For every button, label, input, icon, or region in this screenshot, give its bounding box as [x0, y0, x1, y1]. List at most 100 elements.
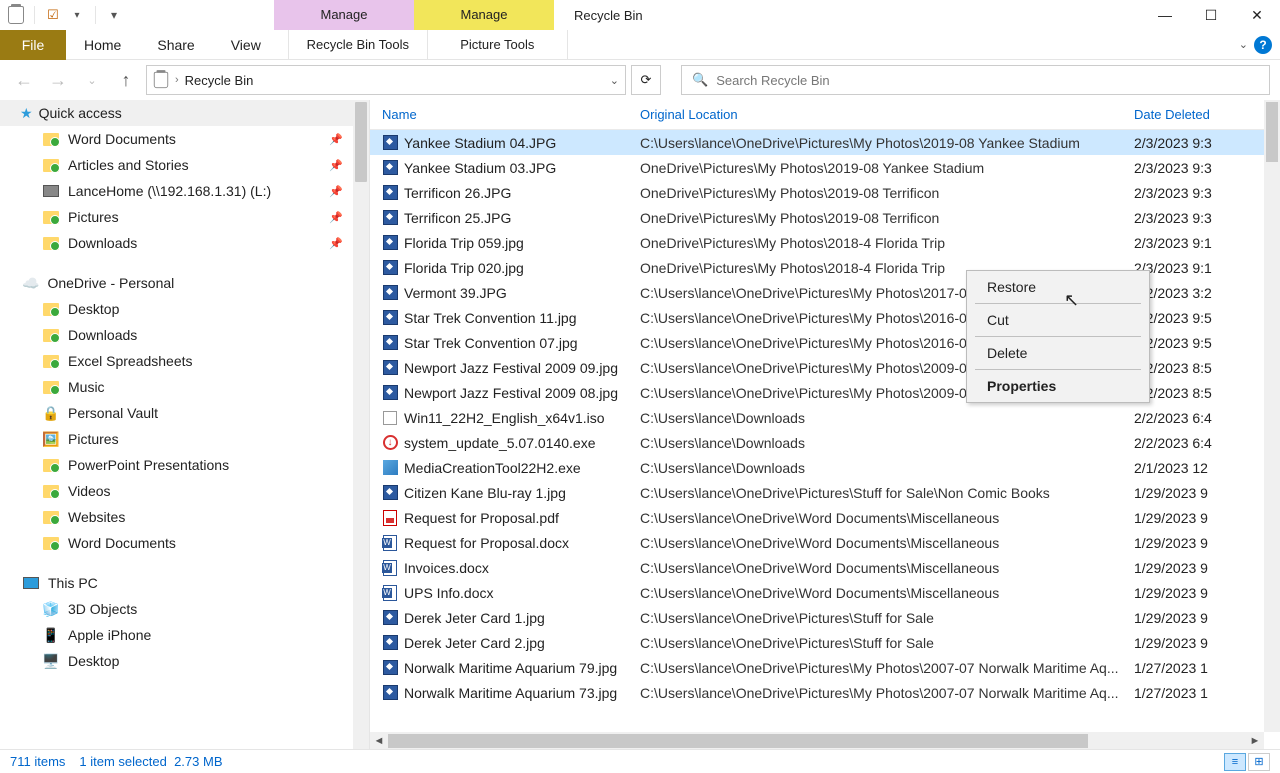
file-location: C:\Users\lance\OneDrive\Pictures\My Phot…: [640, 135, 1134, 151]
file-name: Newport Jazz Festival 2009 09.jpg: [404, 360, 618, 376]
search-input[interactable]: 🔍 Search Recycle Bin: [681, 65, 1270, 95]
file-location: C:\Users\lance\Downloads: [640, 435, 1134, 451]
details-view-button[interactable]: ≡: [1224, 753, 1246, 771]
context-tab-manage-2[interactable]: Manage: [414, 0, 554, 30]
properties-qat-icon[interactable]: ☑: [43, 5, 63, 25]
scroll-right-icon[interactable]: ►: [1246, 735, 1264, 747]
tab-view[interactable]: View: [213, 30, 279, 60]
horizontal-scrollbar[interactable]: ◄ ►: [370, 732, 1264, 750]
file-row[interactable]: Terrificon 26.JPGOneDrive\Pictures\My Ph…: [370, 180, 1280, 205]
chevron-right-icon[interactable]: ›: [175, 74, 179, 86]
file-row[interactable]: MediaCreationTool22H2.exeC:\Users\lance\…: [370, 455, 1280, 480]
tab-share[interactable]: Share: [139, 30, 212, 60]
minimize-button[interactable]: —: [1142, 0, 1188, 30]
pic-file-icon: [382, 135, 398, 151]
ribbon-expand-icon[interactable]: ⌄: [1239, 38, 1248, 51]
file-row[interactable]: Citizen Kane Blu-ray 1.jpgC:\Users\lance…: [370, 480, 1280, 505]
sidebar-item[interactable]: Word Documents📌: [0, 126, 369, 152]
context-cut[interactable]: Cut: [967, 306, 1149, 334]
file-row[interactable]: Florida Trip 059.jpgOneDrive\Pictures\My…: [370, 230, 1280, 255]
sidebar-item[interactable]: Websites: [0, 504, 369, 530]
file-name: Norwalk Maritime Aquarium 79.jpg: [404, 660, 617, 676]
file-row[interactable]: Derek Jeter Card 2.jpgC:\Users\lance\One…: [370, 630, 1280, 655]
column-name[interactable]: Name: [382, 107, 640, 122]
file-location: OneDrive\Pictures\My Photos\2019-08 Yank…: [640, 160, 1134, 176]
tab-picture-tools[interactable]: Picture Tools: [428, 30, 568, 60]
file-location: OneDrive\Pictures\My Photos\2019-08 Terr…: [640, 185, 1134, 201]
file-row[interactable]: Norwalk Maritime Aquarium 79.jpgC:\Users…: [370, 655, 1280, 680]
folder-icon: [42, 482, 60, 500]
sidebar-item[interactable]: 🔒Personal Vault: [0, 400, 369, 426]
file-row[interactable]: Terrificon 25.JPGOneDrive\Pictures\My Ph…: [370, 205, 1280, 230]
file-row[interactable]: system_update_5.07.0140.exeC:\Users\lanc…: [370, 430, 1280, 455]
sidebar-item[interactable]: Word Documents: [0, 530, 369, 556]
sidebar-item[interactable]: 🧊3D Objects: [0, 596, 369, 622]
column-original-location[interactable]: Original Location: [640, 107, 1134, 122]
file-location: C:\Users\lance\Downloads: [640, 410, 1134, 426]
up-button[interactable]: ↑: [112, 65, 140, 95]
vertical-scrollbar[interactable]: [1264, 100, 1280, 732]
history-dropdown[interactable]: ⌄: [78, 65, 106, 95]
sidebar-scrollbar[interactable]: [353, 100, 369, 750]
column-date-deleted[interactable]: Date Deleted: [1134, 107, 1280, 122]
sidebar-onedrive[interactable]: ☁️ OneDrive - Personal: [0, 270, 369, 296]
file-date: 2/3/2023 9:1: [1134, 260, 1280, 276]
address-dropdown-icon[interactable]: ⌄: [610, 74, 619, 87]
sidebar-item[interactable]: Videos: [0, 478, 369, 504]
context-restore[interactable]: Restore: [967, 273, 1149, 301]
back-button[interactable]: ←: [10, 65, 38, 95]
tab-file[interactable]: File: [0, 30, 66, 60]
help-icon[interactable]: ?: [1254, 36, 1272, 54]
file-list-pane: Name Original Location Date Deleted Yank…: [370, 100, 1280, 750]
file-row[interactable]: Derek Jeter Card 1.jpgC:\Users\lance\One…: [370, 605, 1280, 630]
qat-dropdown-icon[interactable]: ▾: [67, 5, 87, 25]
qat-overflow-icon[interactable]: ▾: [104, 5, 124, 25]
file-row[interactable]: UPS Info.docxC:\Users\lance\OneDrive\Wor…: [370, 580, 1280, 605]
context-delete[interactable]: Delete: [967, 339, 1149, 367]
file-row[interactable]: Request for Proposal.docxC:\Users\lance\…: [370, 530, 1280, 555]
file-row[interactable]: Yankee Stadium 03.JPGOneDrive\Pictures\M…: [370, 155, 1280, 180]
maximize-button[interactable]: ☐: [1188, 0, 1234, 30]
file-name: Norwalk Maritime Aquarium 73.jpg: [404, 685, 617, 701]
tab-recycle-bin-tools[interactable]: Recycle Bin Tools: [288, 30, 428, 60]
window-controls: — ☐ ✕: [1142, 0, 1280, 30]
search-icon: 🔍: [692, 72, 708, 88]
sidebar-item[interactable]: 🖥️Desktop: [0, 648, 369, 674]
address-bar[interactable]: › Recycle Bin ⌄: [146, 65, 626, 95]
sidebar-item[interactable]: Downloads: [0, 322, 369, 348]
scroll-left-icon[interactable]: ◄: [370, 735, 388, 747]
file-row[interactable]: Yankee Stadium 04.JPGC:\Users\lance\OneD…: [370, 130, 1280, 155]
sidebar-item[interactable]: 🖼️Pictures: [0, 426, 369, 452]
file-row[interactable]: Invoices.docxC:\Users\lance\OneDrive\Wor…: [370, 555, 1280, 580]
file-date: 1/29/2023 9: [1134, 485, 1280, 501]
sidebar-item[interactable]: Articles and Stories📌: [0, 152, 369, 178]
pin-icon: 📌: [329, 237, 343, 250]
sidebar-item[interactable]: Downloads📌: [0, 230, 369, 256]
sidebar-item[interactable]: Desktop: [0, 296, 369, 322]
sidebar-quick-access[interactable]: ★ Quick access: [0, 100, 369, 126]
file-date: 2/1/2023 12: [1134, 460, 1280, 476]
pin-icon: 📌: [329, 133, 343, 146]
forward-button[interactable]: →: [44, 65, 72, 95]
refresh-button[interactable]: ⟳: [631, 65, 661, 95]
file-row[interactable]: Norwalk Maritime Aquarium 73.jpgC:\Users…: [370, 680, 1280, 705]
sidebar-item[interactable]: Excel Spreadsheets: [0, 348, 369, 374]
file-row[interactable]: Request for Proposal.pdfC:\Users\lance\O…: [370, 505, 1280, 530]
sidebar-this-pc[interactable]: This PC: [0, 570, 369, 596]
thumbnails-view-button[interactable]: ⊞: [1248, 753, 1270, 771]
file-row[interactable]: Win11_22H2_English_x64v1.isoC:\Users\lan…: [370, 405, 1280, 430]
file-date: 1/27/2023 1: [1134, 660, 1280, 676]
context-tab-manage-1[interactable]: Manage: [274, 0, 414, 30]
pic-file-icon: [382, 385, 398, 401]
sidebar-item[interactable]: Music: [0, 374, 369, 400]
breadcrumb-root[interactable]: Recycle Bin: [185, 73, 254, 88]
folder-icon: [42, 234, 60, 252]
sidebar-item[interactable]: 📱Apple iPhone: [0, 622, 369, 648]
close-button[interactable]: ✕: [1234, 0, 1280, 30]
context-properties[interactable]: Properties: [967, 372, 1149, 400]
tab-home[interactable]: Home: [66, 30, 139, 60]
sidebar-item[interactable]: LanceHome (\\192.168.1.31) (L:)📌: [0, 178, 369, 204]
sidebar-item[interactable]: PowerPoint Presentations: [0, 452, 369, 478]
sidebar-onedrive-label: OneDrive - Personal: [47, 275, 174, 291]
sidebar-item[interactable]: Pictures📌: [0, 204, 369, 230]
